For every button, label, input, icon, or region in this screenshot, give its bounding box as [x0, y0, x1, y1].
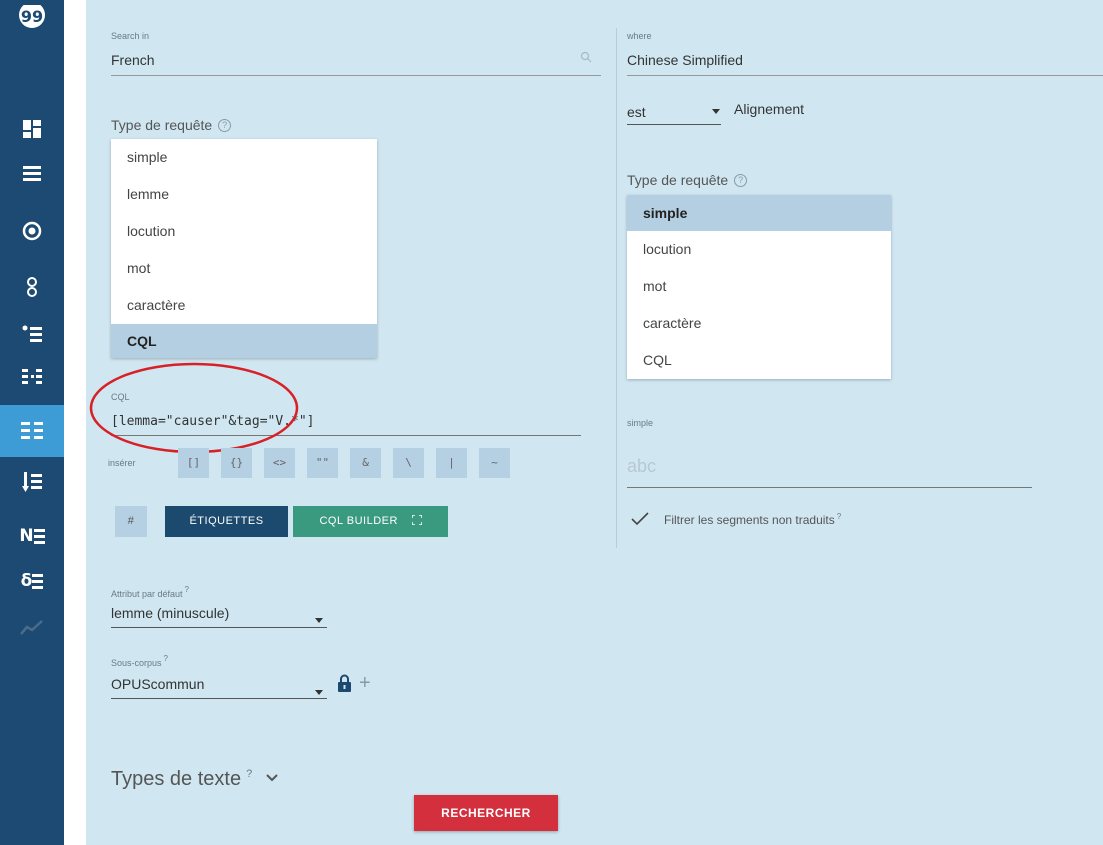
- right-query-type-option-mot[interactable]: mot: [627, 268, 891, 305]
- sort-list-icon[interactable]: [0, 458, 64, 506]
- insert-hash-button[interactable]: #: [115, 506, 147, 537]
- insert-pipe-button[interactable]: |: [436, 448, 467, 478]
- right-query-type-option-caractere[interactable]: caractère: [627, 305, 891, 342]
- insert-angle-button[interactable]: <>: [264, 448, 295, 478]
- where-label: where: [627, 31, 652, 41]
- query-panel: Search in French Type de requête? simple…: [86, 0, 1103, 845]
- search-in-label: Search in: [111, 31, 150, 41]
- query-type-option-lemme[interactable]: lemme: [111, 176, 377, 213]
- dashboard-icon[interactable]: [0, 105, 64, 153]
- right-query-type-label: Type de requête?: [627, 172, 748, 188]
- text-types-toggle[interactable]: Types de texte?: [111, 768, 278, 791]
- search-in-underline: [111, 75, 601, 76]
- column-divider: [616, 28, 617, 548]
- ngrams-icon[interactable]: N: [0, 512, 64, 560]
- svg-text:99: 99: [21, 7, 43, 26]
- where-value[interactable]: Chinese Simplified: [627, 52, 743, 68]
- chevron-down-icon[interactable]: [712, 103, 720, 121]
- insert-quotes-button[interactable]: "": [307, 448, 338, 478]
- query-type-option-locution[interactable]: locution: [111, 213, 377, 250]
- tags-button[interactable]: ÉTIQUETTES: [165, 506, 288, 537]
- query-type-list: simple lemme locution mot caractère CQL: [111, 139, 377, 358]
- est-select[interactable]: est: [627, 104, 646, 120]
- help-icon[interactable]: ?: [734, 174, 748, 187]
- dot-list-icon[interactable]: [0, 310, 64, 358]
- query-type-option-caractere[interactable]: caractère: [111, 287, 377, 324]
- cql-builder-label: CQL BUILDER: [319, 515, 398, 527]
- cql-builder-button[interactable]: CQL BUILDER: [293, 506, 448, 537]
- search-icon: [580, 50, 592, 68]
- alignment-label: Alignement: [734, 101, 805, 117]
- right-query-type-list: simple locution mot caractère CQL: [627, 195, 891, 379]
- compare-icon[interactable]: [0, 353, 64, 401]
- filter-help[interactable]: ?: [837, 512, 841, 521]
- list-icon[interactable]: [0, 150, 64, 198]
- insert-tilde-button[interactable]: ~: [479, 448, 510, 478]
- simple-label: simple: [627, 418, 654, 428]
- parallel-concordance-icon[interactable]: [0, 405, 64, 457]
- insert-brackets-button[interactable]: []: [178, 448, 209, 478]
- add-icon[interactable]: +: [359, 672, 371, 695]
- est-underline: [627, 124, 721, 125]
- chevron-down-icon: [266, 774, 278, 782]
- query-type-option-mot[interactable]: mot: [111, 250, 377, 287]
- trends-icon[interactable]: [0, 603, 64, 651]
- search-button[interactable]: RECHERCHER: [414, 795, 558, 831]
- default-attr-label: Attribut par défaut?: [111, 585, 189, 599]
- ngrams-text: N: [19, 526, 33, 546]
- insert-label: insérer: [108, 458, 136, 468]
- sidebar: 99 N δ: [0, 0, 64, 845]
- filter-untranslated-label: Filtrer les segments non traduits?: [664, 512, 842, 527]
- insert-backslash-button[interactable]: \: [393, 448, 424, 478]
- simple-input[interactable]: abc: [627, 456, 656, 477]
- search-in-value[interactable]: French: [111, 52, 155, 68]
- text-types-help[interactable]: ?: [246, 768, 252, 780]
- chevron-down-icon[interactable]: [315, 610, 323, 628]
- subcorpus-underline: [111, 698, 327, 699]
- checkmark-icon[interactable]: [631, 512, 649, 531]
- keywords-text: δ: [20, 571, 33, 591]
- simple-underline: [627, 487, 1032, 488]
- query-type-label: Type de requête?: [111, 117, 232, 133]
- subcorpus-help[interactable]: ?: [164, 654, 168, 663]
- query-type-option-simple[interactable]: simple: [111, 139, 377, 176]
- default-attr-select[interactable]: lemme (minuscule): [111, 605, 229, 621]
- query-type-option-cql[interactable]: CQL: [111, 324, 377, 358]
- subcorpus-label: Sous-corpus?: [111, 654, 168, 668]
- default-attr-underline: [111, 627, 327, 628]
- text-types-label: Types de texte: [111, 768, 242, 790]
- network-icon[interactable]: [0, 263, 64, 311]
- help-icon[interactable]: ?: [218, 119, 232, 132]
- right-query-type-option-simple[interactable]: simple: [627, 195, 891, 231]
- expand-icon: [410, 514, 423, 526]
- insert-braces-button[interactable]: {}: [221, 448, 252, 478]
- right-query-type-option-locution[interactable]: locution: [627, 231, 891, 268]
- where-underline: [627, 75, 1103, 76]
- default-attr-help[interactable]: ?: [185, 585, 189, 594]
- logo-icon[interactable]: 99: [0, 0, 64, 40]
- insert-ampersand-button[interactable]: &: [350, 448, 381, 478]
- keywords-icon[interactable]: δ: [0, 557, 64, 605]
- right-query-type-option-cql[interactable]: CQL: [627, 342, 891, 379]
- target-icon[interactable]: [0, 207, 64, 255]
- lock-icon[interactable]: [338, 674, 351, 697]
- subcorpus-select[interactable]: OPUScommun: [111, 676, 204, 692]
